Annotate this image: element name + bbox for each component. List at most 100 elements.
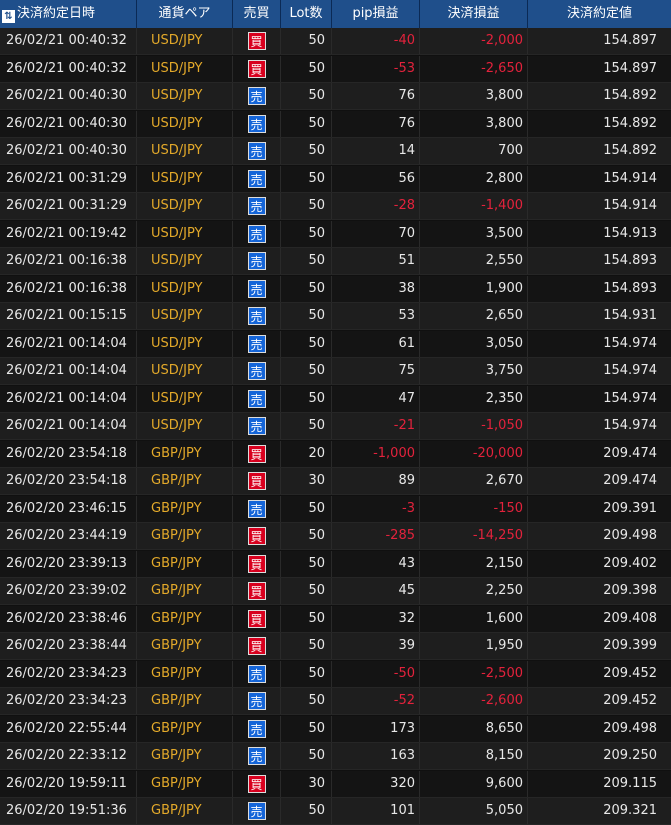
table-row[interactable]: 26/02/21 00:40:30 USD/JPY 売 50 14 700 154.892	[0, 138, 671, 165]
header-lot[interactable]: Lot数	[281, 0, 332, 28]
lot-cell: 50	[281, 578, 332, 604]
table-row[interactable]: 26/02/21 00:19:42 USD/JPY 売 50 70 3,500 154.91…	[0, 220, 671, 248]
sell-badge: 売	[247, 307, 266, 325]
table-row[interactable]: 26/02/21 00:14:04 USD/JPY 売 50 -21 -1,050 154.…	[0, 413, 671, 440]
table-row[interactable]: 26/02/21 00:31:29 USD/JPY 売 50 -28 -1,400 154.…	[0, 193, 671, 220]
sell-badge: 売	[247, 169, 266, 188]
settle-price-cell: 209.474	[603, 473, 657, 488]
currency-pair-cell: GBP/JPY	[137, 743, 233, 769]
currency-pair-cell: GBP/JPY	[137, 605, 233, 632]
side-cell: 売	[233, 138, 281, 164]
settle-time-cell: 26/02/21 00:40:30	[0, 83, 137, 109]
currency-pair-cell: GBP/JPY	[137, 633, 233, 659]
settle-price-cell: 209.321	[603, 803, 657, 818]
settle-pl-cell: 2,150	[420, 550, 528, 577]
settle-pl-cell: -2,650	[420, 55, 528, 82]
table-row[interactable]: 26/02/20 23:44:19 GBP/JPY 買 50 -285 -14,250 20…	[0, 523, 671, 550]
currency-pair-cell: GBP/JPY	[137, 550, 233, 577]
table-row[interactable]: 26/02/20 23:38:44 GBP/JPY 買 50 39 1,950 209.39…	[0, 633, 671, 660]
table-row[interactable]: 26/02/21 00:14:04 USD/JPY 売 50 47 2,350 154.97…	[0, 385, 671, 413]
sell-badge: 売	[247, 802, 266, 820]
side-cell: 売	[233, 110, 281, 137]
lot-cell: 50	[281, 495, 332, 522]
header-settle-pl[interactable]: 決済損益	[420, 0, 528, 28]
sell-badge: 売	[247, 719, 266, 738]
table-row[interactable]: 26/02/20 23:38:46 GBP/JPY 買 50 32 1,600 209.40…	[0, 605, 671, 633]
settle-price-cell: 154.974	[603, 363, 657, 378]
lot-cell: 50	[281, 715, 332, 742]
table-row[interactable]: 26/02/21 00:40:30 USD/JPY 売 50 76 3,800 154.89…	[0, 83, 671, 110]
sell-badge: 売	[247, 197, 266, 215]
settle-price-cell: 154.897	[603, 33, 657, 48]
settle-pl-cell: 1,600	[420, 605, 528, 632]
table-row[interactable]: 26/02/20 23:39:13 GBP/JPY 買 50 43 2,150 209.40…	[0, 550, 671, 578]
table-row[interactable]: 26/02/20 22:33:12 GBP/JPY 売 50 163 8,150 209.2…	[0, 743, 671, 770]
table-row[interactable]: 26/02/21 00:40:30 USD/JPY 売 50 76 3,800 154.89…	[0, 110, 671, 138]
header-settle-price[interactable]: 決済約定値	[528, 0, 671, 28]
currency-pair-cell: USD/JPY	[137, 385, 233, 412]
settle-pl-cell: 3,800	[420, 83, 528, 109]
side-cell: 買	[233, 440, 281, 467]
settle-pl-cell: 2,650	[420, 303, 528, 329]
settle-time-cell: 26/02/21 00:40:32	[0, 28, 137, 54]
settle-price-cell: 209.408	[603, 610, 657, 626]
buy-badge: 買	[247, 472, 266, 490]
pip-pl-cell: -40	[332, 28, 420, 54]
side-cell: 売	[233, 688, 281, 714]
settle-price-cell: 154.914	[603, 198, 657, 213]
settle-price-cell: 209.474	[603, 445, 657, 461]
settle-pl-cell: 8,650	[420, 715, 528, 742]
pip-pl-cell: 51	[332, 248, 420, 274]
table-row[interactable]: 26/02/20 22:55:44 GBP/JPY 売 50 173 8,650 209.4…	[0, 715, 671, 743]
trade-history-grid: ⇅ 決済約定日時 通貨ペア 売買 Lot数 pip損益 決済損益 決済約定値 26…	[0, 0, 671, 825]
pip-pl-cell: -21	[332, 413, 420, 439]
buy-badge: 買	[247, 637, 266, 655]
settle-price-cell: 154.893	[603, 253, 657, 268]
currency-pair-cell: USD/JPY	[137, 165, 233, 192]
table-row[interactable]: 26/02/20 19:59:11 GBP/JPY 買 30 320 9,600 209.1…	[0, 770, 671, 798]
lot-cell: 50	[281, 550, 332, 577]
table-row[interactable]: 26/02/20 23:34:23 GBP/JPY 売 50 -50 -2,500 209.…	[0, 660, 671, 688]
settle-pl-cell: 2,250	[420, 578, 528, 604]
table-row[interactable]: 26/02/20 23:54:18 GBP/JPY 買 20 -1,000 -20,000…	[0, 440, 671, 468]
table-row[interactable]: 26/02/21 00:14:04 USD/JPY 売 50 75 3,750 154.97…	[0, 358, 671, 385]
table-row[interactable]: 26/02/21 00:16:38 USD/JPY 売 50 51 2,550 154.89…	[0, 248, 671, 275]
table-row[interactable]: 26/02/21 00:15:15 USD/JPY 売 50 53 2,650 154.93…	[0, 303, 671, 330]
table-row[interactable]: 26/02/20 23:46:15 GBP/JPY 売 50 -3 -150 209.391	[0, 495, 671, 523]
table-row[interactable]: 26/02/20 19:51:36 GBP/JPY 売 50 101 5,050 209.3…	[0, 798, 671, 825]
currency-pair-cell: USD/JPY	[137, 83, 233, 109]
sort-icon[interactable]: ⇅	[2, 10, 15, 23]
settle-time-cell: 26/02/21 00:40:30	[0, 138, 137, 164]
header-currency-pair[interactable]: 通貨ペア	[137, 0, 233, 28]
header-side[interactable]: 売買	[233, 0, 281, 28]
currency-pair-cell: GBP/JPY	[137, 523, 233, 549]
table-row[interactable]: 26/02/21 00:31:29 USD/JPY 売 50 56 2,800 154.91…	[0, 165, 671, 193]
table-row[interactable]: 26/02/20 23:39:02 GBP/JPY 買 50 45 2,250 209.39…	[0, 578, 671, 605]
settle-pl-cell: 1,900	[420, 275, 528, 302]
table-row[interactable]: 26/02/21 00:40:32 USD/JPY 買 50 -53 -2,650 154.…	[0, 55, 671, 83]
side-cell: 買	[233, 605, 281, 632]
settle-price-cell: 209.391	[603, 500, 657, 516]
lot-cell: 50	[281, 303, 332, 329]
lot-cell: 50	[281, 688, 332, 714]
settle-pl-cell: -20,000	[420, 440, 528, 467]
buy-badge: 買	[247, 527, 266, 545]
sell-badge: 売	[247, 747, 266, 765]
settle-pl-cell: 9,600	[420, 770, 528, 797]
side-cell: 売	[233, 303, 281, 329]
header-settle-time[interactable]: ⇅ 決済約定日時	[0, 0, 137, 28]
pip-pl-cell: -52	[332, 688, 420, 714]
table-row[interactable]: 26/02/21 00:16:38 USD/JPY 売 50 38 1,900 154.89…	[0, 275, 671, 303]
settle-pl-cell: -1,400	[420, 193, 528, 219]
header-pip-pl[interactable]: pip損益	[332, 0, 420, 28]
table-row[interactable]: 26/02/21 00:14:04 USD/JPY 売 50 61 3,050 154.97…	[0, 330, 671, 358]
side-cell: 売	[233, 165, 281, 192]
sell-badge: 売	[247, 417, 266, 435]
table-row[interactable]: 26/02/20 23:34:23 GBP/JPY 売 50 -52 -2,600 209.…	[0, 688, 671, 715]
table-row[interactable]: 26/02/20 23:54:18 GBP/JPY 買 30 89 2,670 209.47…	[0, 468, 671, 495]
table-row[interactable]: 26/02/21 00:40:32 USD/JPY 買 50 -40 -2,000 154.…	[0, 28, 671, 55]
settle-pl-cell: 2,800	[420, 165, 528, 192]
settle-price-cell: 209.498	[603, 720, 657, 736]
settle-time-cell: 26/02/20 23:46:15	[0, 495, 137, 522]
pip-pl-cell: 38	[332, 275, 420, 302]
